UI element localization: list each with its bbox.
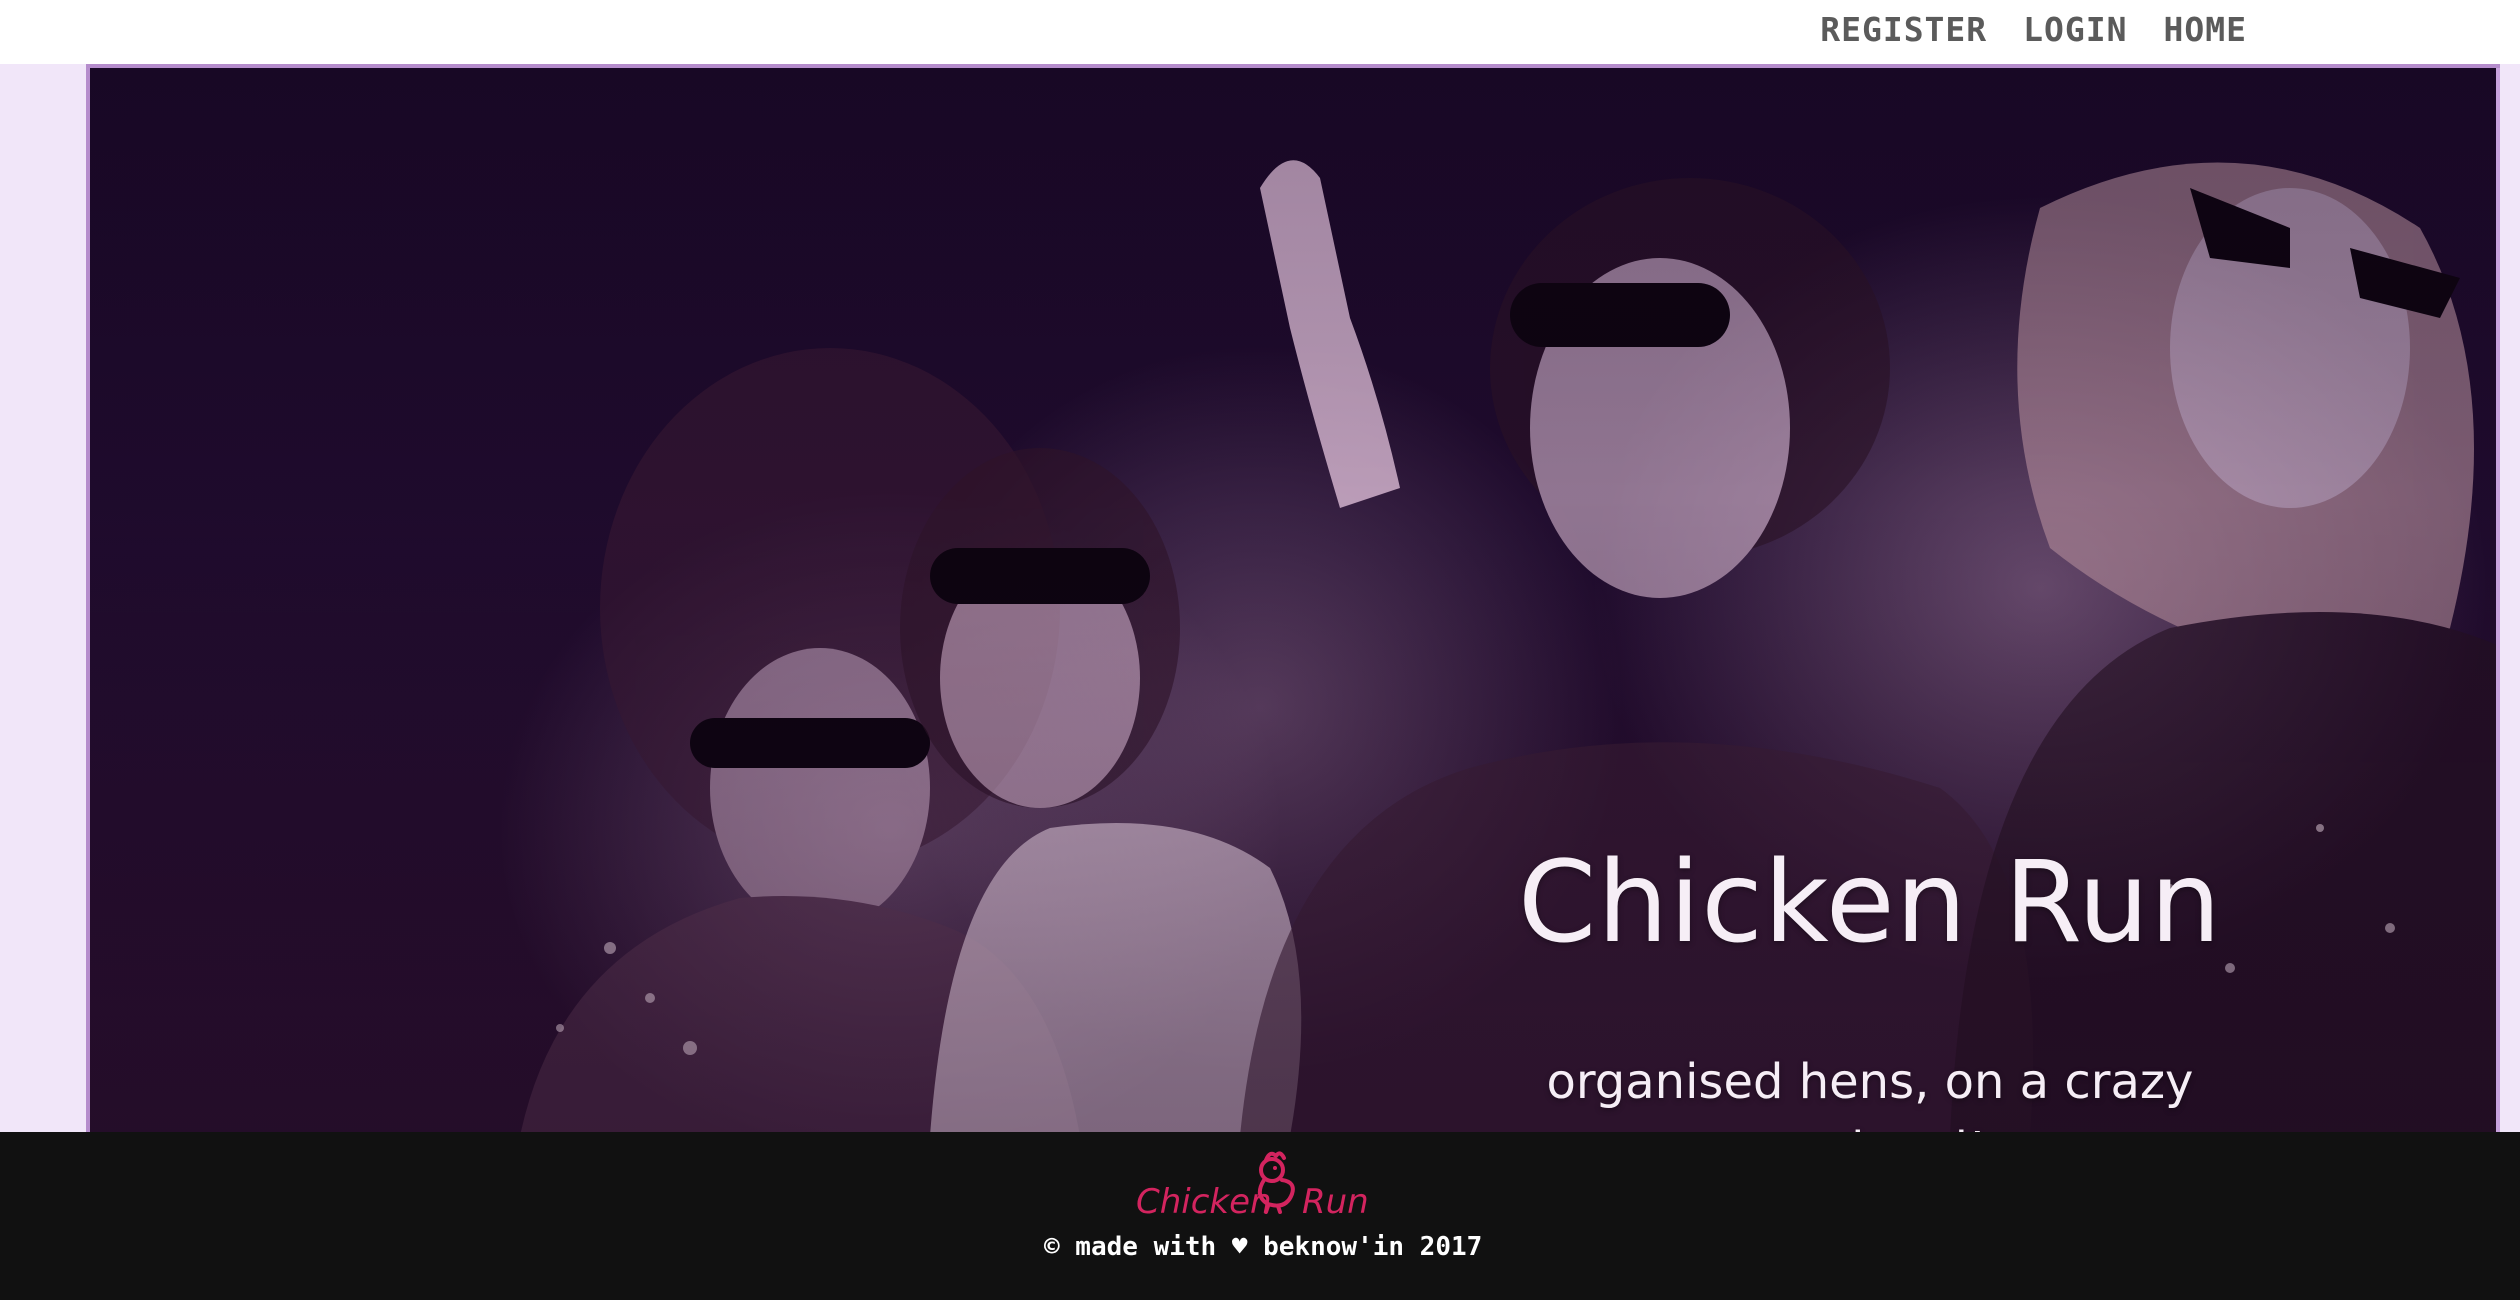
hero-banner: Chicken Run organised hens, on a crazy w… — [86, 64, 2500, 1132]
footer-logo-text-right: Run — [1302, 1182, 1369, 1222]
hero-overlay — [90, 68, 2500, 1132]
top-navbar: REGISTER LOGIN HOME — [0, 0, 2520, 64]
nav-register-link[interactable]: REGISTER — [1820, 10, 1987, 49]
hero-border — [2496, 68, 2500, 1132]
chick-icon — [1257, 1151, 1295, 1214]
page-side-margin — [0, 64, 86, 1132]
footer-logo[interactable]: Chicken Run — [1136, 1148, 1369, 1222]
hero-title: Chicken Run — [1518, 838, 2222, 968]
hero-subtitle: organised hens, on a crazy weekend! — [1546, 1054, 2194, 1132]
nav-home-link[interactable]: HOME — [2164, 10, 2247, 49]
main-nav: REGISTER LOGIN HOME — [1820, 0, 2247, 58]
footer-copyright: © made with ♥ beknow'in 2017 — [1044, 1232, 1483, 1262]
page-footer: Chicken Run © made with ♥ beknow'in 2017 — [0, 1132, 2520, 1300]
nav-login-link[interactable]: LOGIN — [2023, 10, 2127, 49]
